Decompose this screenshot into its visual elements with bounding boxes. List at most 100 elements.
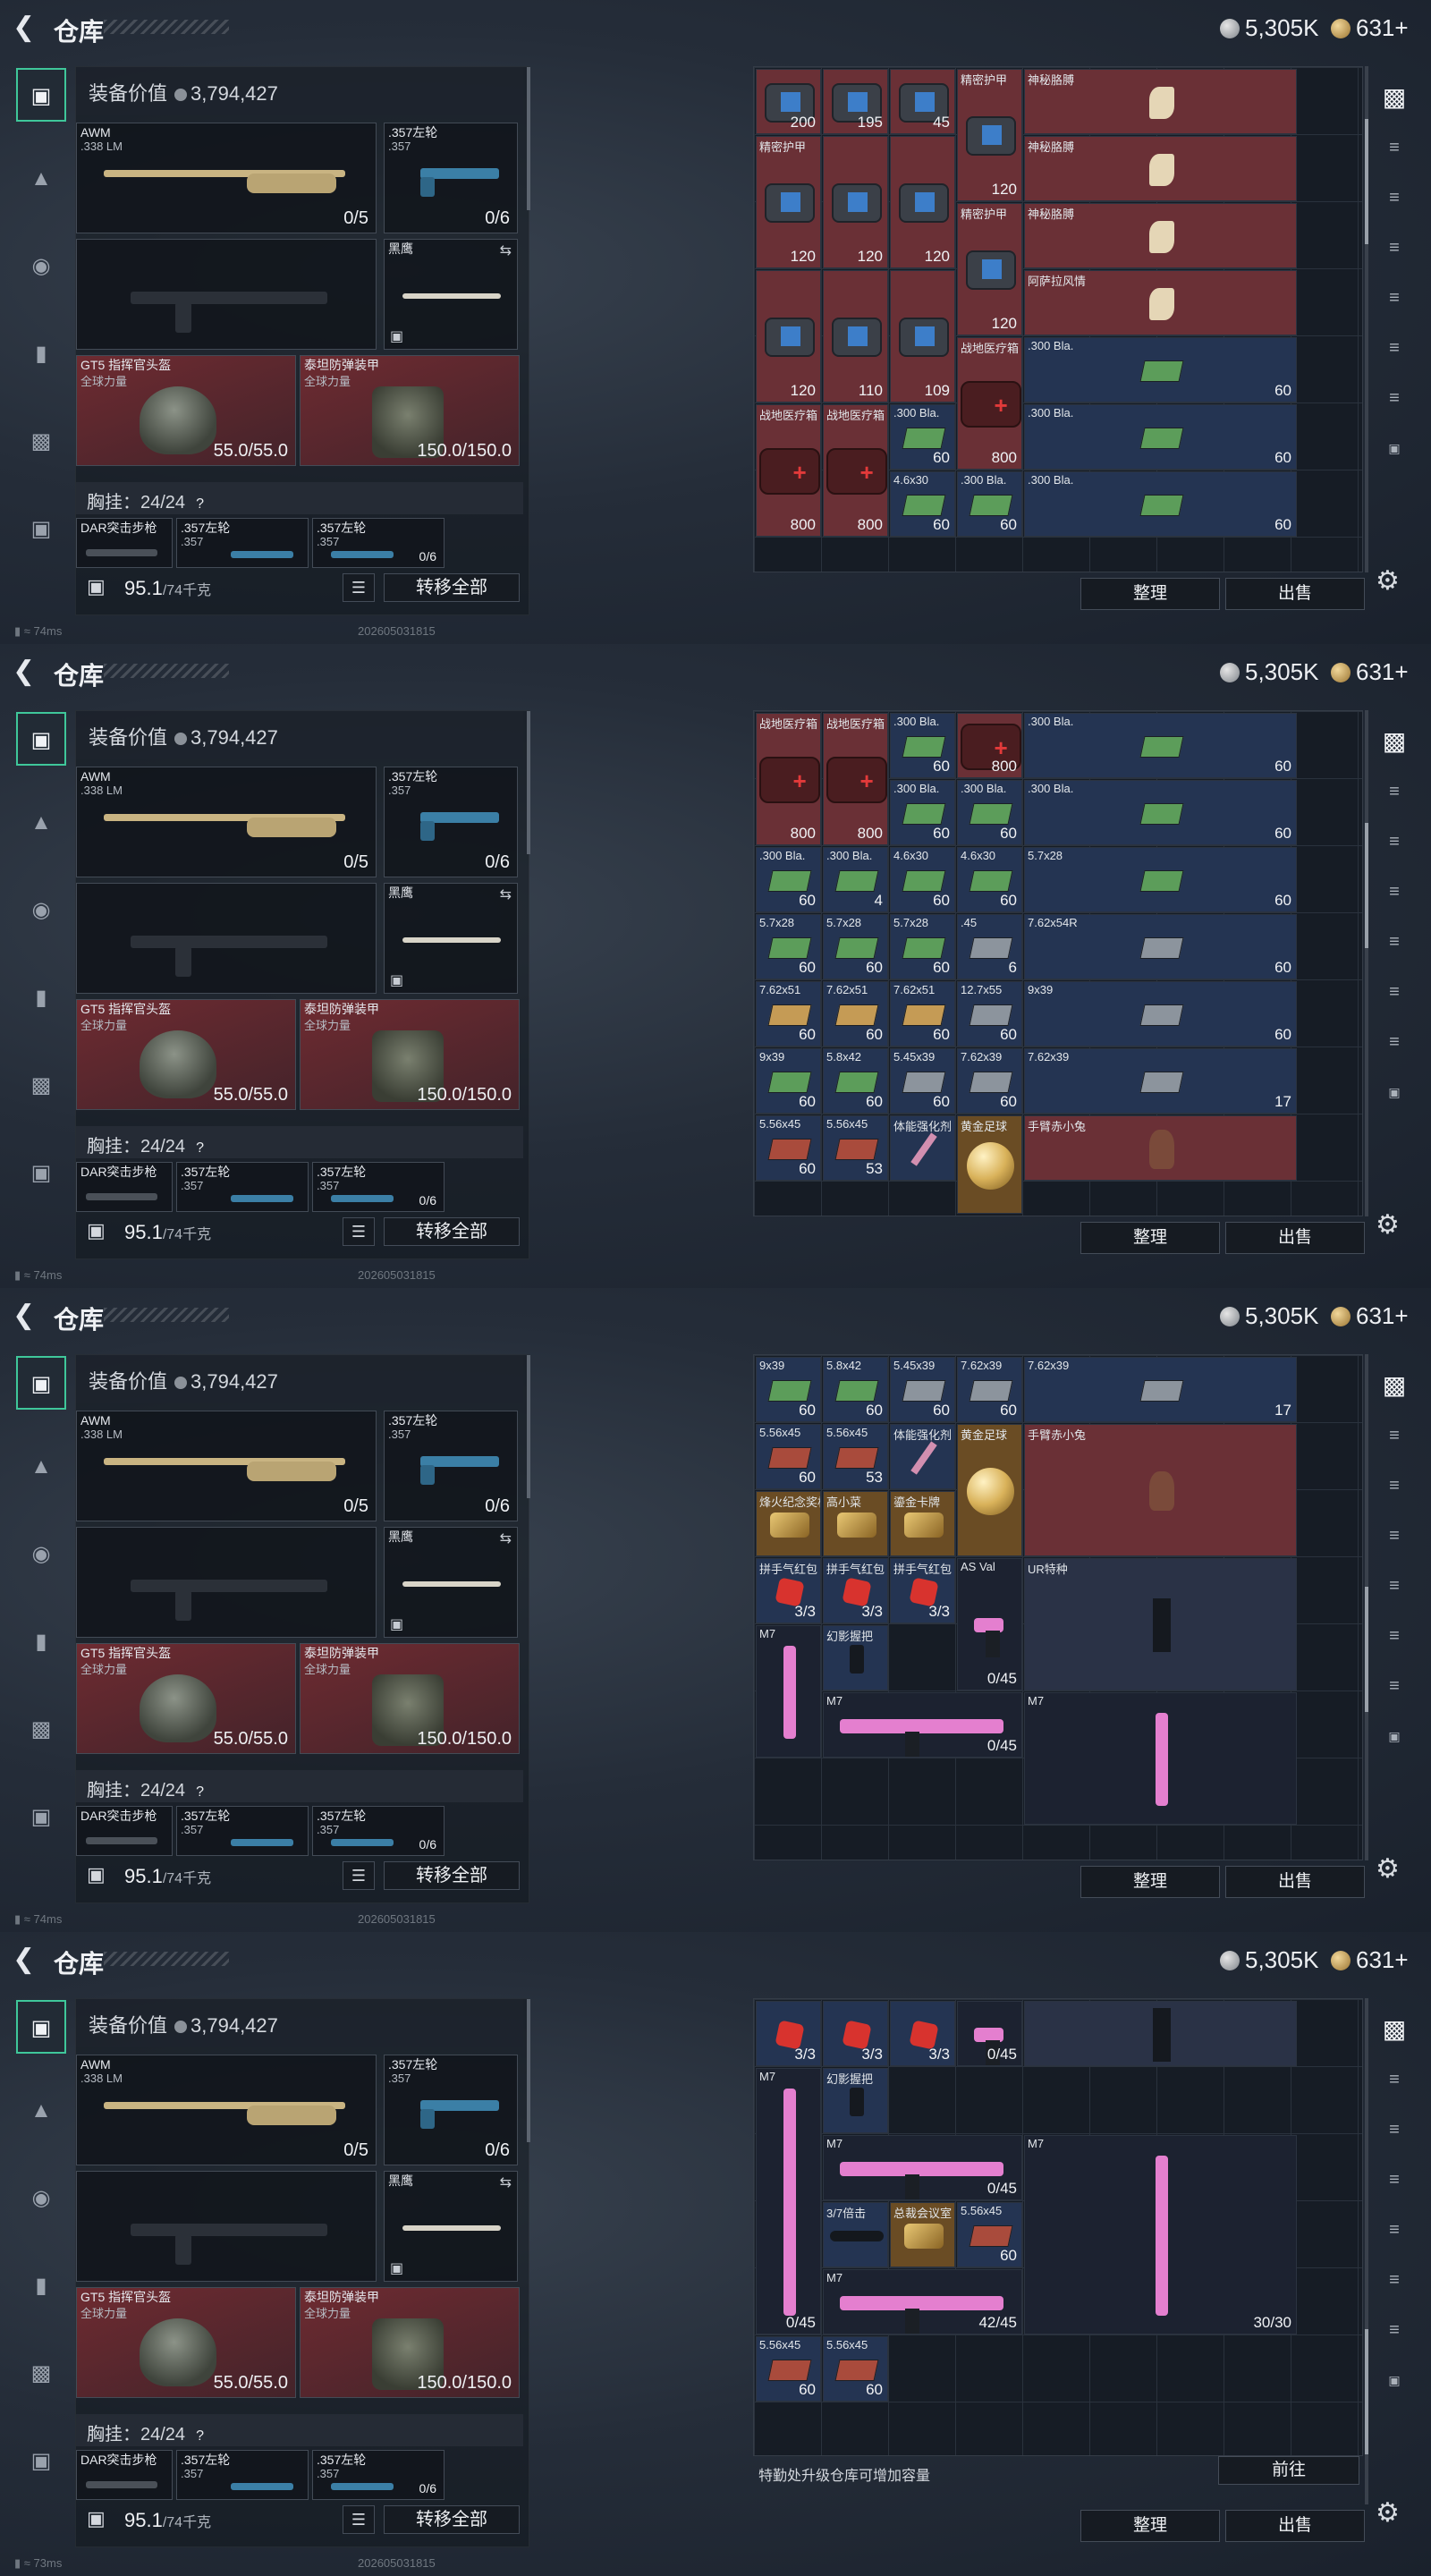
storage-item[interactable]: 体能强化剂	[890, 1424, 955, 1489]
chest-item[interactable]: .357左轮 .357 0/6	[312, 1162, 445, 1212]
storage-item[interactable]: 精密护甲 120	[957, 69, 1022, 201]
primary-weapon-slot[interactable]: AWM .338 LM 0/5	[76, 1411, 377, 1521]
pouch-icon[interactable]: ▩	[16, 2347, 66, 2401]
help-icon[interactable]: ?	[196, 2428, 204, 2445]
storage-item[interactable]: AS Val 0/45	[957, 1558, 1022, 1690]
storage-item[interactable]: 鎏金卡牌	[890, 1491, 955, 1556]
storage-item[interactable]: 体能强化剂	[890, 1115, 955, 1181]
sell-button[interactable]: 出售	[1225, 578, 1365, 610]
storage-item[interactable]: 120	[890, 136, 955, 268]
chest-item[interactable]: .357左轮 .357	[176, 1806, 309, 1856]
gun-icon[interactable]: ▣	[16, 2000, 66, 2054]
storage-tab-icon[interactable]: ≡	[1374, 2109, 1415, 2150]
storage-item[interactable]: 3/7倍击	[823, 2202, 888, 2267]
storage-item[interactable]: 黄金足球	[957, 1115, 1022, 1214]
gold-currency[interactable]: 631+	[1331, 658, 1409, 686]
storage-item[interactable]: 5.56x45 60	[823, 2336, 888, 2402]
case-icon[interactable]: ▣	[16, 1147, 66, 1200]
chest-item[interactable]: .357左轮 .357	[176, 2450, 309, 2500]
storage-tab-icon[interactable]: ≡	[1374, 1415, 1415, 1456]
sort-button[interactable]: 整理	[1080, 2510, 1220, 2542]
storage-item[interactable]: 神秘胳膊	[1024, 136, 1297, 201]
armor-slot[interactable]: 泰坦防弹装甲 全球力量 150.0/150.0	[300, 1643, 520, 1754]
storage-scrollbar[interactable]	[1365, 1998, 1368, 2504]
list-icon[interactable]: ☰	[343, 573, 375, 602]
melee-slot[interactable]: 黑鹰 ⇆ ▣	[384, 883, 518, 994]
storage-item[interactable]: 7.62x51 60	[756, 981, 821, 1046]
sell-button[interactable]: 出售	[1225, 1866, 1365, 1898]
chest-item[interactable]: .357左轮 .357 0/6	[312, 1806, 445, 1856]
vest-icon[interactable]: ▲	[16, 152, 66, 206]
swap-icon[interactable]: ⇆	[500, 1530, 512, 1547]
scrollbar-thumb[interactable]	[1365, 2328, 1368, 2454]
storage-tab-icon[interactable]: ≡	[1374, 177, 1415, 218]
storage-item[interactable]: 5.56x45 60	[957, 2202, 1022, 2267]
armor-slot[interactable]: 泰坦防弹装甲 全球力量 150.0/150.0	[300, 2287, 520, 2398]
storage-tab-icon[interactable]: ≡	[1374, 2209, 1415, 2250]
storage-tab-icon[interactable]: ≡	[1374, 1021, 1415, 1063]
storage-item[interactable]: 烽火纪念奖杯	[756, 1491, 821, 1556]
loadout-scrollbar[interactable]	[527, 711, 530, 854]
gear-icon[interactable]: ⚙	[1376, 565, 1400, 597]
empty-weapon-slot[interactable]	[76, 2171, 377, 2282]
backpack-icon[interactable]: ▮	[16, 2259, 66, 2313]
chest-item[interactable]: .357左轮 .357 0/6	[312, 2450, 445, 2500]
storage-item[interactable]: +800	[957, 713, 1022, 778]
storage-item[interactable]: 5.56x45 53	[823, 1115, 888, 1181]
helmet-icon[interactable]: ◉	[16, 884, 66, 937]
storage-tab-icon[interactable]: ≡	[1374, 127, 1415, 168]
chest-item[interactable]: .357左轮 .357	[176, 1162, 309, 1212]
storage-home-icon[interactable]: ▩	[1374, 721, 1415, 762]
storage-item[interactable]: 45	[890, 69, 955, 134]
primary-weapon-slot[interactable]: AWM .338 LM 0/5	[76, 2055, 377, 2165]
storage-tab-icon[interactable]: ≡	[1374, 2159, 1415, 2200]
storage-item[interactable]: .300 Bla. 60	[1024, 404, 1297, 470]
gold-currency[interactable]: 631+	[1331, 1302, 1409, 1330]
storage-item[interactable]: .300 Bla. 60	[1024, 780, 1297, 845]
storage-item[interactable]: 5.7x28 60	[890, 914, 955, 979]
storage-tab-icon[interactable]: ≡	[1374, 277, 1415, 318]
back-arrow-icon[interactable]: ❮	[13, 658, 39, 685]
storage-item[interactable]: 4.6x30 60	[890, 471, 955, 537]
storage-tab-icon[interactable]: ≡	[1374, 1615, 1415, 1657]
storage-item[interactable]: 手臂赤小兔	[1024, 1424, 1297, 1556]
storage-tab-icon[interactable]: ≡	[1374, 377, 1415, 419]
vest-icon[interactable]: ▲	[16, 2084, 66, 2138]
storage-item[interactable]: 拼手气红包 3/3	[890, 1558, 955, 1623]
scrollbar-thumb[interactable]	[1365, 118, 1368, 244]
storage-item[interactable]: + 战地医疗箱 800	[823, 404, 888, 537]
storage-item[interactable]: 黄金足球	[957, 1424, 1022, 1556]
scrollbar-thumb[interactable]	[1365, 1587, 1368, 1713]
swap-icon[interactable]: ⇆	[500, 242, 512, 259]
storage-item[interactable]: + 战地医疗箱 800	[823, 713, 888, 845]
storage-item[interactable]: M7 30/30	[1024, 2135, 1297, 2334]
storage-tab-icon[interactable]: ≡	[1374, 1565, 1415, 1606]
gun-icon[interactable]: ▣	[16, 68, 66, 122]
empty-weapon-slot[interactable]	[76, 883, 377, 994]
help-icon[interactable]: ?	[196, 1140, 204, 1157]
storage-tab-icon[interactable]: ≡	[1374, 771, 1415, 812]
storage-item[interactable]: UR特种	[1024, 1558, 1297, 1690]
sort-button[interactable]: 整理	[1080, 1222, 1220, 1254]
chest-item[interactable]: DAR突击步枪	[76, 1806, 173, 1856]
storage-tab-icon[interactable]: ≡	[1374, 2259, 1415, 2301]
storage-item[interactable]: 5.45x39 60	[890, 1048, 955, 1114]
help-icon[interactable]: ?	[196, 1784, 204, 1801]
storage-item[interactable]: 高小菜	[823, 1491, 888, 1556]
gun-icon[interactable]: ▣	[16, 1356, 66, 1410]
help-icon[interactable]: ?	[196, 496, 204, 513]
storage-item[interactable]: 5.56x45 60	[756, 1115, 821, 1181]
list-icon[interactable]: ☰	[343, 1861, 375, 1890]
gun-icon[interactable]: ▣	[16, 712, 66, 766]
vest-icon[interactable]: ▲	[16, 1440, 66, 1494]
loadout-scrollbar[interactable]	[527, 67, 530, 210]
helmet-slot[interactable]: GT5 指挥官头盔 全球力量 55.0/55.0	[76, 999, 296, 1110]
chest-item[interactable]: DAR突击步枪	[76, 1162, 173, 1212]
storage-item[interactable]: 7.62x39 60	[957, 1048, 1022, 1114]
storage-item[interactable]: 7.62x39 17	[1024, 1048, 1297, 1114]
storage-home-icon[interactable]: ▩	[1374, 2009, 1415, 2050]
storage-item[interactable]: 5.56x45 60	[756, 2336, 821, 2402]
storage-item[interactable]: 总裁会议室	[890, 2202, 955, 2267]
storage-item[interactable]: .300 Bla. 60	[756, 847, 821, 912]
storage-item[interactable]: + 战地医疗箱 800	[756, 404, 821, 537]
